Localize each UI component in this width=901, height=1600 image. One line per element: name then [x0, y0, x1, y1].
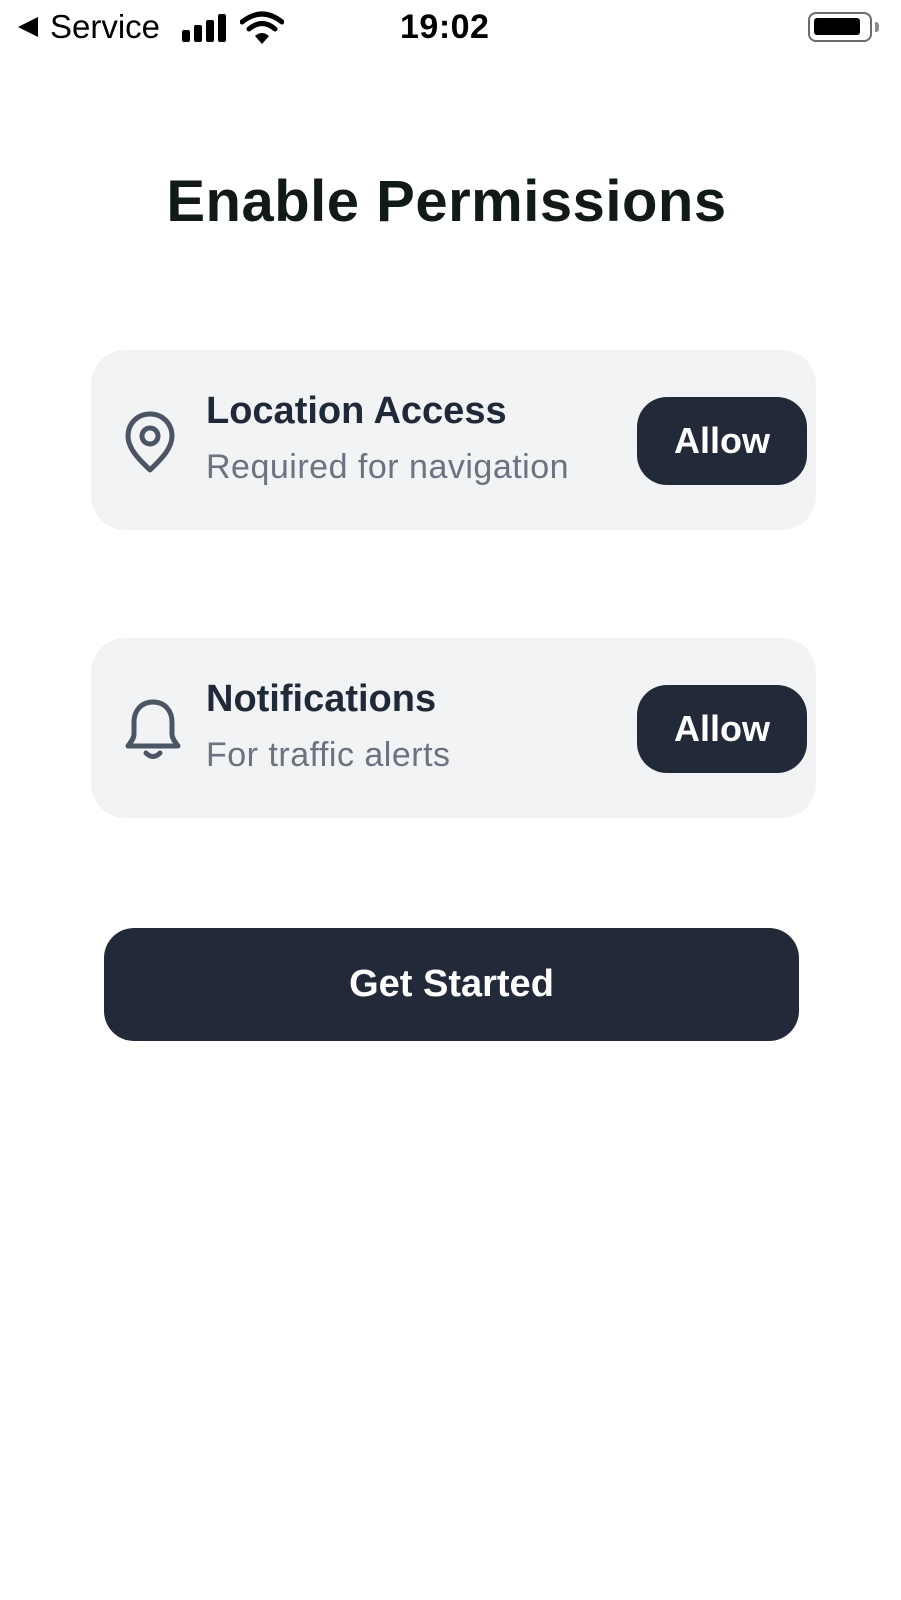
location-pin-icon [125, 411, 175, 473]
signal-icon [182, 14, 232, 42]
bell-icon [125, 699, 181, 759]
back-arrow-icon[interactable] [18, 17, 38, 37]
clock-time: 19:02 [400, 8, 490, 46]
page-title: Enable Permissions [166, 169, 727, 234]
wifi-icon [240, 11, 284, 44]
battery-icon [808, 12, 879, 42]
location-title: Location Access [206, 390, 507, 432]
notifications-permission-card: Notifications For traffic alerts Allow [91, 638, 816, 818]
notifications-title: Notifications [206, 678, 437, 720]
location-description: Required for navigation [206, 448, 570, 486]
status-bar: Service 19:02 [0, 0, 901, 56]
allow-notifications-button[interactable]: Allow [637, 685, 807, 773]
notifications-description: For traffic alerts [206, 736, 451, 774]
get-started-button[interactable]: Get Started [104, 928, 799, 1041]
location-permission-card: Location Access Required for navigation … [91, 350, 816, 530]
allow-location-button[interactable]: Allow [637, 397, 807, 485]
carrier-label[interactable]: Service [50, 8, 160, 46]
